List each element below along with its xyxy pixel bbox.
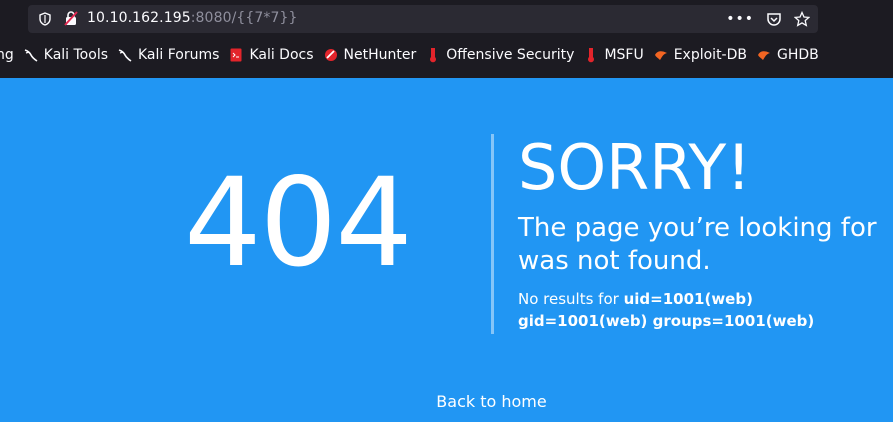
bookmark-label: ng — [0, 47, 14, 63]
bookmark-msfu[interactable]: MSFU — [584, 47, 644, 63]
url-text[interactable]: 10.10.162.195:8080/{{7*7}} — [87, 10, 298, 26]
bookmark-nethunter[interactable]: NetHunter — [324, 47, 417, 63]
page-title: SORRY! — [518, 131, 752, 204]
nethunter-icon — [324, 48, 338, 62]
offsec-icon — [584, 48, 598, 63]
bookmark-ghdb[interactable]: GHDB — [757, 47, 819, 63]
shield-icon[interactable] — [38, 12, 52, 26]
url-actions: ••• — [726, 9, 810, 29]
pocket-icon[interactable] — [766, 9, 782, 29]
bookmark-label: NetHunter — [343, 47, 417, 63]
browser-chrome: 10.10.162.195:8080/{{7*7}} ••• ng Kali T… — [0, 0, 893, 78]
back-to-home-link[interactable]: Back to home — [0, 392, 893, 411]
offsec-icon — [426, 48, 440, 63]
exploitdb-icon — [757, 48, 771, 62]
bookmark-kali-docs[interactable]: Kali Docs — [229, 47, 314, 63]
kali-docs-icon — [229, 48, 243, 62]
kali-dragon-icon — [24, 48, 38, 62]
bookmark-exploit-db[interactable]: Exploit-DB — [654, 47, 747, 63]
kali-dragon-icon — [118, 48, 132, 62]
error-detail: No results for uid=1001(web) gid=1001(we… — [518, 288, 878, 332]
error-message: The page you’re looking for was not foun… — [518, 213, 877, 276]
detail-prefix: No results for — [518, 290, 624, 308]
url-path: :8080/{{7*7}} — [190, 10, 298, 26]
page-actions-icon[interactable]: ••• — [726, 9, 754, 29]
bookmark-label: Offensive Security — [446, 47, 575, 63]
bookmark-label: Kali Forums — [138, 47, 220, 63]
bookmark-kali-tools[interactable]: Kali Tools — [24, 47, 108, 63]
bookmark-star-icon[interactable] — [794, 9, 810, 29]
bookmark-label: Kali Tools — [43, 47, 108, 63]
bookmark-label: Kali Docs — [249, 47, 314, 63]
bookmark-kali-forums[interactable]: Kali Forums — [118, 47, 219, 63]
bookmark-label: GHDB — [777, 47, 819, 63]
divider — [491, 134, 494, 334]
url-host: 10.10.162.195 — [87, 10, 191, 26]
insecure-lock-icon[interactable] — [64, 11, 78, 26]
error-code: 404 — [184, 152, 413, 294]
bookmark-item[interactable]: ng — [0, 47, 14, 63]
bookmark-offensive-security[interactable]: Offensive Security — [426, 47, 574, 63]
error-page: 404 SORRY! The page you’re looking for w… — [0, 78, 893, 422]
exploitdb-icon — [654, 48, 668, 62]
bookmark-label: Exploit-DB — [673, 47, 747, 63]
bookmarks-toolbar: ng Kali Tools Kali Forums Kali Docs NetH… — [0, 42, 893, 68]
address-bar[interactable]: 10.10.162.195:8080/{{7*7}} ••• — [28, 5, 818, 33]
bookmark-label: MSFU — [604, 47, 644, 63]
